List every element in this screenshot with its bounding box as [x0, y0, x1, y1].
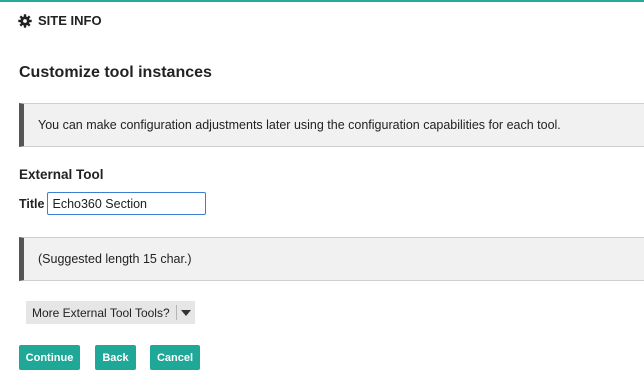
- gear-icon: [18, 13, 32, 28]
- chevron-down-icon[interactable]: [177, 301, 195, 324]
- title-label: Title: [19, 196, 45, 211]
- back-button[interactable]: Back: [95, 345, 136, 370]
- configuration-notice-text: You can make configuration adjustments l…: [38, 118, 561, 132]
- top-accent-line: [0, 0, 644, 2]
- more-external-tools-label: More External Tool Tools?: [32, 305, 170, 320]
- title-field-row: Title: [19, 192, 207, 215]
- more-external-tools-dropdown[interactable]: More External Tool Tools?: [26, 301, 195, 324]
- site-info-label: SITE INFO: [38, 13, 102, 28]
- title-input[interactable]: [47, 192, 207, 215]
- suggested-length-hint: (Suggested length 15 char.): [19, 237, 644, 281]
- continue-button[interactable]: Continue: [19, 345, 80, 370]
- suggested-length-text: (Suggested length 15 char.): [38, 252, 192, 266]
- external-tool-heading: External Tool: [19, 167, 104, 182]
- configuration-notice: You can make configuration adjustments l…: [19, 103, 644, 147]
- page-title: Customize tool instances: [19, 64, 212, 81]
- cancel-button[interactable]: Cancel: [150, 345, 200, 370]
- site-info-header[interactable]: SITE INFO: [18, 13, 102, 28]
